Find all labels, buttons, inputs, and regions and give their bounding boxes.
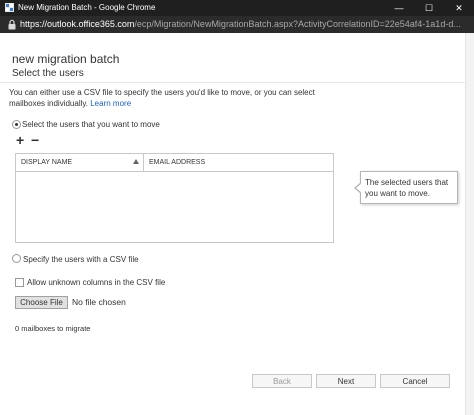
page-subtitle: Select the users [12, 68, 84, 79]
grid-header: DISPLAY NAME EMAIL ADDRESS [16, 154, 333, 172]
minimize-button[interactable]: — [384, 0, 414, 16]
lock-icon [8, 19, 16, 30]
next-button[interactable]: Next [316, 374, 376, 388]
url-text[interactable]: https://outlook.office365.com/ecp/Migrat… [20, 19, 461, 29]
cancel-button[interactable]: Cancel [380, 374, 450, 388]
column-separator [143, 154, 144, 171]
column-display-name[interactable]: DISPLAY NAME [21, 159, 72, 166]
callout-pointer-inner [356, 183, 362, 193]
sort-ascending-icon[interactable] [133, 159, 139, 164]
vertical-scrollbar[interactable] [465, 33, 474, 415]
address-bar[interactable]: https://outlook.office365.com/ecp/Migrat… [0, 16, 474, 33]
add-icon[interactable]: + [16, 133, 24, 147]
intro-text: You can either use a CSV file to specify… [9, 88, 315, 108]
csv-radio[interactable] [12, 254, 21, 263]
maximize-button[interactable]: ☐ [414, 0, 444, 16]
allow-unknown-columns-label: Allow unknown columns in the CSV file [27, 278, 166, 287]
url-path: /ecp/Migration/NewMigrationBatch.aspx?Ac… [134, 19, 461, 29]
intro-paragraph: You can either use a CSV file to specify… [9, 87, 319, 109]
url-host: https://outlook.office365.com [20, 19, 135, 29]
window-title: New Migration Batch - Google Chrome [18, 3, 156, 12]
learn-more-link[interactable]: Learn more [90, 99, 131, 108]
page-title: new migration batch [12, 52, 120, 66]
select-users-label: Select the users that you want to move [22, 120, 160, 129]
allow-unknown-columns-checkbox[interactable] [15, 278, 24, 287]
window-title-bar: New Migration Batch - Google Chrome — ☐ … [0, 0, 474, 16]
column-email-address[interactable]: EMAIL ADDRESS [149, 159, 205, 166]
csv-label: Specify the users with a CSV file [23, 255, 139, 264]
users-grid[interactable]: DISPLAY NAME EMAIL ADDRESS [15, 153, 334, 243]
file-status: No file chosen [72, 297, 126, 307]
back-button[interactable]: Back [252, 374, 312, 388]
callout-text: The selected users that you want to move… [365, 178, 449, 198]
help-callout: The selected users that you want to move… [354, 171, 458, 204]
header-divider [0, 82, 466, 83]
choose-file-button[interactable]: Choose File [15, 296, 68, 309]
exchange-app-icon [5, 3, 14, 12]
mailbox-count: 0 mailboxes to migrate [15, 324, 91, 333]
select-users-radio[interactable] [12, 120, 21, 129]
close-button[interactable]: ✕ [444, 0, 474, 16]
remove-icon[interactable]: − [31, 133, 39, 147]
